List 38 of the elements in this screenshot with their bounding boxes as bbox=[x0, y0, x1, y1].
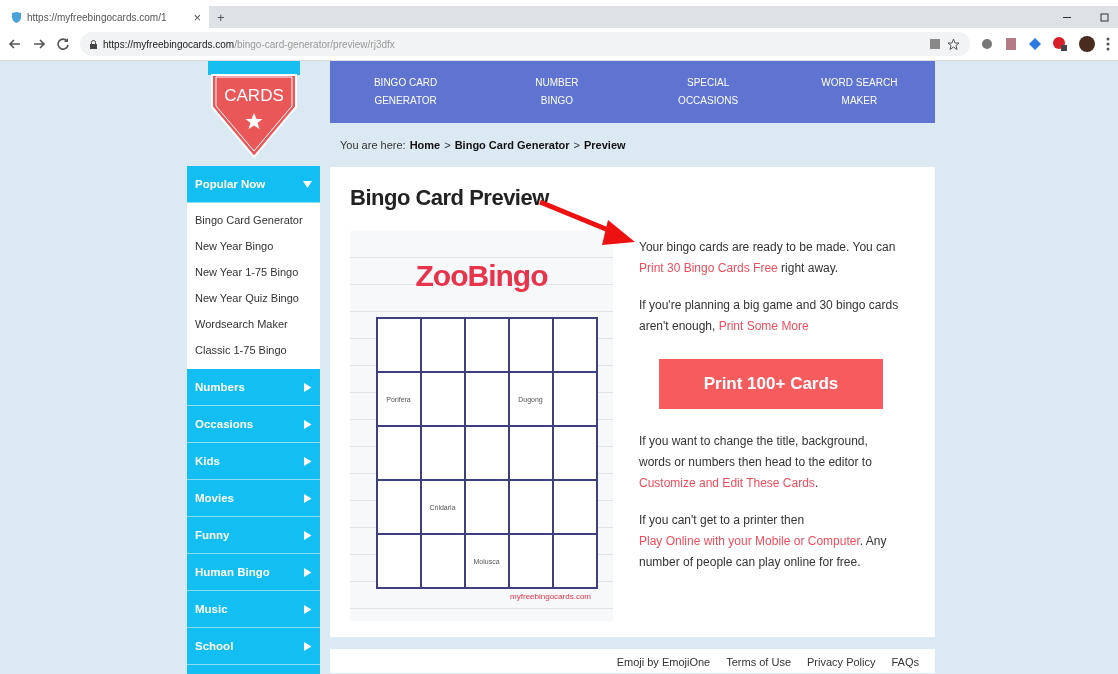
breadcrumb-link[interactable]: Preview bbox=[584, 139, 626, 151]
footer-link[interactable]: FAQs bbox=[891, 656, 919, 669]
url-text: https://myfreebingocards.com/bingo-card-generator/preview/rj3dfx bbox=[103, 38, 395, 50]
nav-link[interactable]: SPECIAL OCCASIONS bbox=[632, 74, 784, 110]
paragraph: If you can't get to a printer then Play Online with your Mobile or Computer. Any number of people can play online for free. bbox=[639, 512, 888, 571]
sidebar-link[interactable]: Wordsearch Maker bbox=[195, 311, 320, 337]
breadcrumb-label: You are here: bbox=[340, 139, 406, 151]
close-tab-button[interactable]: × bbox=[193, 9, 201, 25]
footer-link[interactable]: Privacy Policy bbox=[807, 656, 876, 669]
page-title: Bingo Card Preview bbox=[350, 185, 551, 211]
sidebar-link[interactable]: New Year Bingo bbox=[195, 233, 320, 259]
text-link[interactable]: Play Online with your Mobile or Computer bbox=[639, 534, 860, 548]
text-link[interactable]: Customize and Edit These Cards bbox=[639, 476, 815, 490]
nav-link[interactable]: BINGO CARD GENERATOR bbox=[330, 74, 482, 110]
breadcrumb-separator: > bbox=[444, 139, 451, 151]
breadcrumb-link[interactable]: Bingo Card Generator bbox=[454, 139, 570, 151]
text-link[interactable]: Print 30 Bingo Cards Free bbox=[639, 261, 778, 275]
card-title: ZooBingo bbox=[415, 259, 548, 294]
sidebar-link[interactable]: New Year Quiz Bingo bbox=[195, 285, 320, 311]
tab-title: https://myfreebingocards.com/1 bbox=[27, 11, 168, 23]
paragraph: Your bingo cards are ready to be made. You can Print 30 Bingo Cards Free right away. bbox=[639, 239, 897, 277]
card-site-url: myfreebingocards.com bbox=[510, 592, 591, 601]
sidebar-link[interactable]: Classic 1-75 Bingo bbox=[195, 337, 320, 363]
paragraph: If you're planning a big game and 30 bingo cards aren't enough, Print Some More bbox=[639, 297, 900, 335]
footer-link[interactable]: Terms of Use bbox=[726, 656, 791, 669]
paragraph: If you want to change the title, background, words or numbers then head to the editor to Customize and Edit These Cards. bbox=[639, 433, 873, 492]
footer-link[interactable]: Emoji by EmojiOne bbox=[616, 656, 711, 669]
sidebar-link[interactable]: New Year 1-75 Bingo bbox=[195, 259, 320, 285]
sidebar-link[interactable]: Bingo Card Generator bbox=[195, 207, 320, 233]
nav-link[interactable]: WORD SEARCH MAKER bbox=[783, 74, 935, 110]
new-tab-button[interactable]: + bbox=[217, 9, 225, 25]
text-link[interactable]: Print Some More bbox=[718, 319, 809, 333]
print-cards-button[interactable]: Print 100+ Cards bbox=[659, 359, 883, 409]
browser-tab[interactable]: https://myfreebingocards.com/1 × bbox=[4, 6, 209, 28]
nav-link[interactable]: NUMBER BINGO bbox=[481, 74, 633, 110]
breadcrumb-link[interactable]: Home bbox=[409, 139, 441, 151]
address-bar[interactable]: https://myfreebingocards.com/bingo-card-generator/preview/rj3dfx bbox=[80, 32, 970, 56]
breadcrumb-separator: > bbox=[573, 139, 580, 151]
